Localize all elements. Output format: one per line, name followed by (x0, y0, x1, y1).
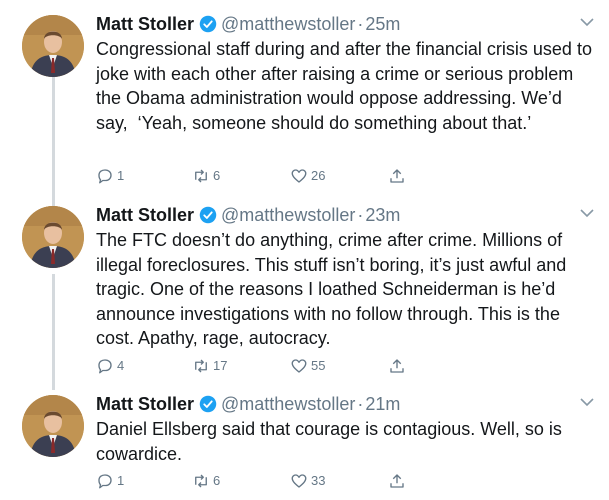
avatar[interactable] (22, 15, 84, 77)
like-button[interactable]: 55 (290, 355, 325, 377)
avatar[interactable] (22, 395, 84, 457)
like-icon (291, 169, 307, 183)
like-count: 26 (311, 168, 326, 183)
retweet-button[interactable]: 6 (192, 470, 220, 492)
retweet-count: 6 (213, 168, 221, 183)
like-icon (291, 474, 307, 488)
reply-count: 4 (117, 358, 125, 373)
author-handle[interactable]: @matthewstoller (221, 14, 355, 35)
tweet-text: Congressional staff during and after the… (96, 39, 597, 133)
author-handle[interactable]: @matthewstoller (221, 394, 355, 415)
reply-button[interactable]: 4 (96, 355, 124, 377)
author-name[interactable]: Matt Stoller (96, 205, 194, 226)
share-button[interactable] (388, 165, 409, 187)
reply-icon (98, 359, 112, 374)
tweet-text: The FTC doesn’t do anything, crime after… (96, 230, 572, 348)
retweet-button[interactable]: 17 (192, 355, 227, 377)
tweet[interactable]: Matt Stoller @matthewstoller · 21m Danie… (0, 392, 609, 500)
avatar[interactable] (22, 206, 84, 268)
chevron-down-icon[interactable] (579, 205, 595, 221)
reply-count: 1 (117, 473, 125, 488)
timestamp[interactable]: 23m (365, 205, 400, 226)
like-count: 55 (311, 358, 326, 373)
like-button[interactable]: 33 (290, 470, 325, 492)
verified-badge-icon (199, 206, 217, 224)
separator-dot: · (357, 393, 364, 414)
like-count: 33 (311, 473, 326, 488)
retweet-button[interactable]: 6 (192, 165, 220, 187)
timestamp[interactable]: 21m (365, 394, 400, 415)
retweet-icon (195, 359, 207, 373)
reply-icon (98, 474, 112, 489)
timestamp[interactable]: 25m (365, 14, 400, 35)
verified-badge-icon (199, 15, 217, 33)
author-handle[interactable]: @matthewstoller (221, 205, 355, 226)
author-name[interactable]: Matt Stoller (96, 394, 194, 415)
retweet-count: 17 (213, 358, 228, 373)
verified-badge-icon (199, 395, 217, 413)
share-icon (390, 169, 404, 183)
avatar-photo (22, 206, 84, 268)
reply-icon (98, 169, 112, 184)
separator-dot: · (357, 13, 364, 34)
retweet-icon (195, 474, 207, 488)
share-icon (390, 474, 404, 488)
reply-button[interactable]: 1 (96, 470, 124, 492)
like-button[interactable]: 26 (290, 165, 325, 187)
tweet[interactable]: Matt Stoller @matthewstoller · 23m The F… (0, 203, 609, 383)
like-icon (291, 359, 307, 373)
avatar-photo (22, 395, 84, 457)
chevron-down-icon[interactable] (579, 394, 595, 410)
share-button[interactable] (388, 470, 409, 492)
chevron-down-icon[interactable] (579, 14, 595, 30)
author-name[interactable]: Matt Stoller (96, 14, 194, 35)
tweet[interactable]: Matt Stoller @matthewstoller · 25m Congr… (0, 12, 609, 192)
separator-dot: · (357, 204, 364, 225)
retweet-icon (195, 169, 207, 183)
tweet-text: Daniel Ellsberg said that courage is con… (96, 419, 567, 464)
share-icon (390, 359, 404, 373)
reply-button[interactable]: 1 (96, 165, 124, 187)
retweet-count: 6 (213, 473, 221, 488)
avatar-photo (22, 15, 84, 77)
share-button[interactable] (388, 355, 409, 377)
reply-count: 1 (117, 168, 125, 183)
